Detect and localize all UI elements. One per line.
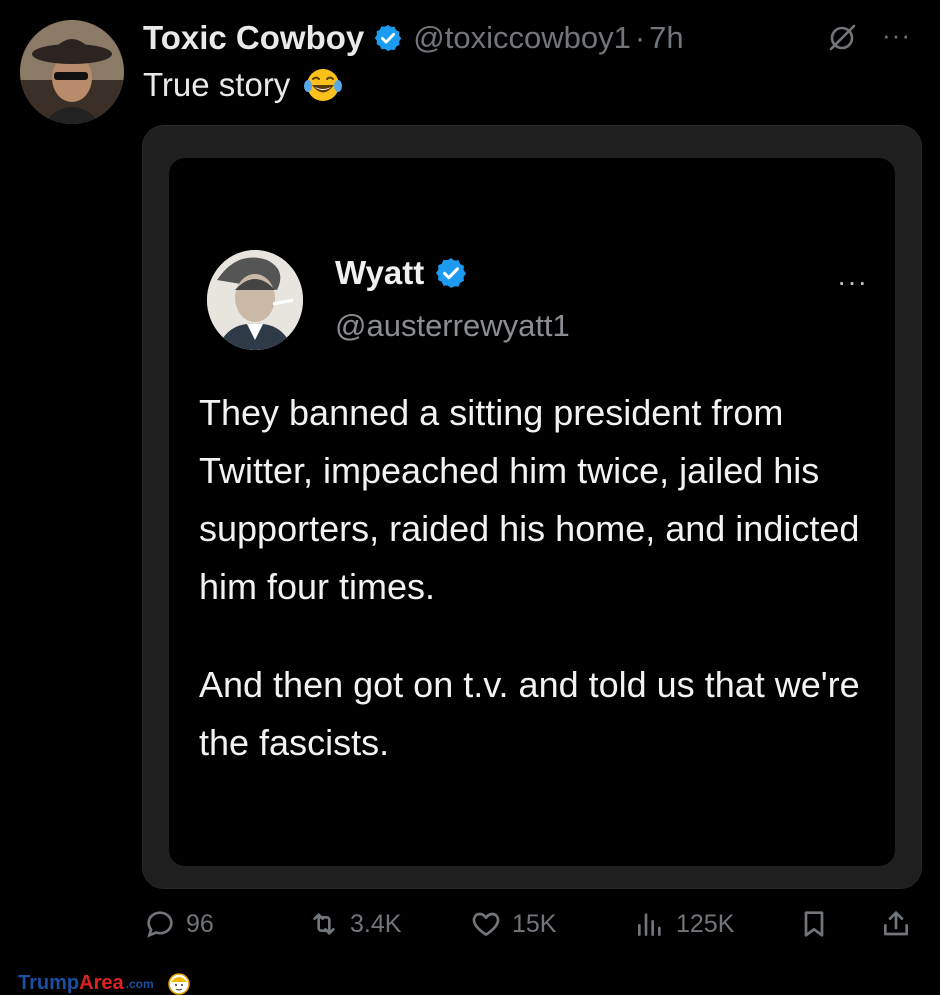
quoted-tweet-screenshot: Wyatt @austerrewyatt1 ··· They banned a … (169, 158, 895, 866)
views-button[interactable]: 125K (634, 908, 734, 940)
watermark-logo-icon (167, 972, 190, 995)
quoted-author-handle: @austerrewyatt1 (335, 308, 570, 343)
like-button[interactable]: 15K (470, 908, 556, 940)
reply-button[interactable]: 96 (144, 908, 214, 940)
tweet-media-image[interactable]: Wyatt @austerrewyatt1 ··· They banned a … (142, 125, 922, 889)
site-watermark: Trump Area .com (18, 972, 190, 995)
quoted-author-name: Wyatt (335, 254, 425, 291)
watermark-text: Area (79, 972, 124, 994)
watermark-text: .com (125, 976, 154, 991)
repost-button[interactable]: 3.4K (308, 908, 401, 940)
watermark-text: Trump (18, 972, 80, 994)
repost-icon (313, 913, 335, 935)
quoted-paragraph: They banned a sitting president from Twi… (199, 392, 860, 607)
author-handle[interactable]: @toxiccowboy1 (413, 20, 631, 56)
author-name[interactable]: Toxic Cowboy (143, 19, 364, 57)
views-icon (638, 913, 661, 936)
quoted-tweet-text: They banned a sitting president from Twi… (199, 384, 889, 772)
grok-icon[interactable] (826, 22, 858, 54)
tears-of-joy-emoji-icon (304, 69, 343, 101)
like-count: 15K (512, 909, 557, 938)
repost-count: 3.4K (350, 909, 402, 938)
tweet-time[interactable]: 7h (649, 20, 683, 56)
avatar-image (20, 20, 124, 124)
more-options-icon[interactable]: ··· (882, 20, 911, 51)
quoted-author-avatar (207, 250, 303, 350)
reply-count: 96 (186, 909, 214, 938)
verified-badge-icon (375, 24, 402, 52)
reply-icon (147, 911, 173, 938)
author-avatar[interactable] (20, 20, 124, 124)
quoted-avatar-image (207, 250, 303, 350)
view-count: 125K (676, 909, 735, 938)
quoted-more-options-icon: ··· (837, 266, 868, 297)
tweet-body: True story (143, 66, 291, 103)
quoted-verified-badge-icon (436, 258, 467, 288)
tweet-header: Toxic Cowboy @toxiccowboy1 · 7h (143, 16, 684, 60)
bookmark-icon (804, 911, 824, 937)
bookmark-button[interactable] (798, 908, 840, 940)
share-button[interactable] (880, 908, 922, 940)
quoted-paragraph: And then got on t.v. and told us that we… (199, 664, 860, 763)
share-icon (884, 911, 908, 936)
time-separator: · (634, 20, 646, 55)
heart-icon (472, 912, 500, 936)
tweet-action-bar: 96 3.4K 15K 125K (0, 900, 940, 950)
tweet-text: True story (143, 64, 344, 106)
quoted-author-name-row: Wyatt (335, 254, 468, 292)
